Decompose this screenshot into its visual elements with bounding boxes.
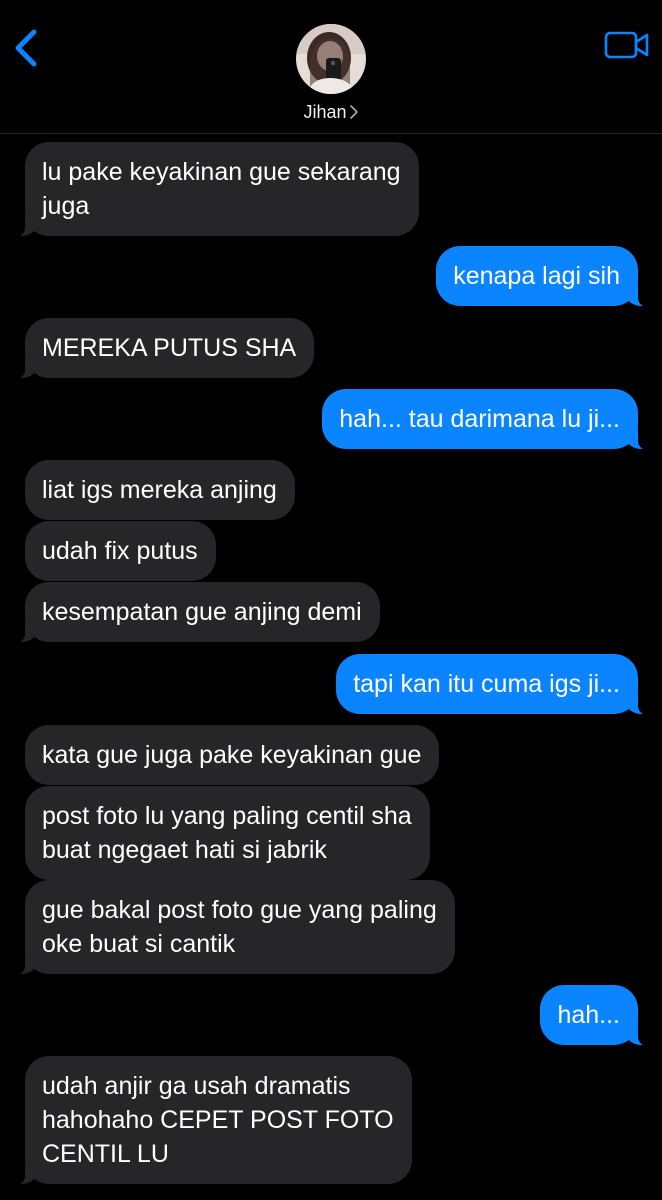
message-line: hah... tau darimana lu ji... bbox=[339, 405, 620, 433]
message-line: kenapa lagi sih bbox=[453, 262, 620, 290]
message-line: udah fix putus bbox=[42, 537, 198, 565]
avatar[interactable] bbox=[296, 24, 366, 94]
received-message[interactable]: kata gue juga pake keyakinan gue bbox=[25, 725, 440, 785]
back-button[interactable] bbox=[6, 24, 50, 72]
contact-name: Jihan bbox=[303, 102, 347, 122]
message-line: juga bbox=[42, 192, 90, 220]
received-message[interactable]: lu pake keyakinan gue sekarang juga bbox=[0, 142, 419, 238]
conversation-header: Jihan bbox=[0, 0, 662, 134]
sent-message[interactable]: kenapa lagi sih bbox=[436, 246, 662, 308]
message-line: hah... bbox=[557, 1001, 620, 1029]
received-message[interactable]: MEREKA PUTUS SHA bbox=[0, 318, 315, 380]
message-line: buat ngegaet hati si jabrik bbox=[42, 836, 327, 864]
message-line: kata gue juga pake keyakinan gue bbox=[42, 741, 422, 769]
received-message[interactable]: liat igs mereka anjing bbox=[25, 460, 295, 520]
message-line: post foto lu yang paling centil sha bbox=[42, 802, 412, 830]
sent-message[interactable]: hah... tau darimana lu ji... bbox=[322, 389, 662, 451]
avatar-photo bbox=[296, 24, 366, 94]
chevron-left-icon bbox=[15, 29, 37, 67]
received-message[interactable]: kesempatan gue anjing demi bbox=[0, 582, 380, 644]
message-line: tapi kan itu cuma igs ji... bbox=[353, 670, 620, 698]
message-line: lu pake keyakinan gue sekarang bbox=[42, 158, 401, 186]
sent-message[interactable]: hah... bbox=[540, 985, 662, 1047]
facetime-video-button[interactable] bbox=[603, 28, 651, 62]
message-line: udah anjir ga usah dramatis bbox=[42, 1072, 351, 1100]
received-message[interactable]: post foto lu yang paling centil sha buat… bbox=[25, 786, 430, 880]
received-message[interactable]: udah anjir ga usah dramatis hahohaho CEP… bbox=[0, 1056, 412, 1186]
message-line: hahohaho CEPET POST FOTO bbox=[42, 1106, 394, 1134]
video-camera-icon bbox=[604, 31, 649, 59]
chevron-right-icon bbox=[349, 105, 358, 119]
message-line: kesempatan gue anjing demi bbox=[42, 598, 362, 626]
message-line: oke buat si cantik bbox=[42, 930, 236, 958]
message-line: CENTIL LU bbox=[42, 1140, 169, 1168]
received-message[interactable]: udah fix putus bbox=[25, 521, 216, 581]
contact-name-button[interactable]: Jihan bbox=[0, 102, 662, 123]
message-line: liat igs mereka anjing bbox=[42, 476, 277, 504]
sent-message[interactable]: tapi kan itu cuma igs ji... bbox=[336, 654, 662, 716]
message-line: gue bakal post foto gue yang paling bbox=[42, 896, 437, 924]
message-line: MEREKA PUTUS SHA bbox=[42, 334, 297, 362]
received-message[interactable]: gue bakal post foto gue yang paling oke … bbox=[0, 880, 455, 976]
